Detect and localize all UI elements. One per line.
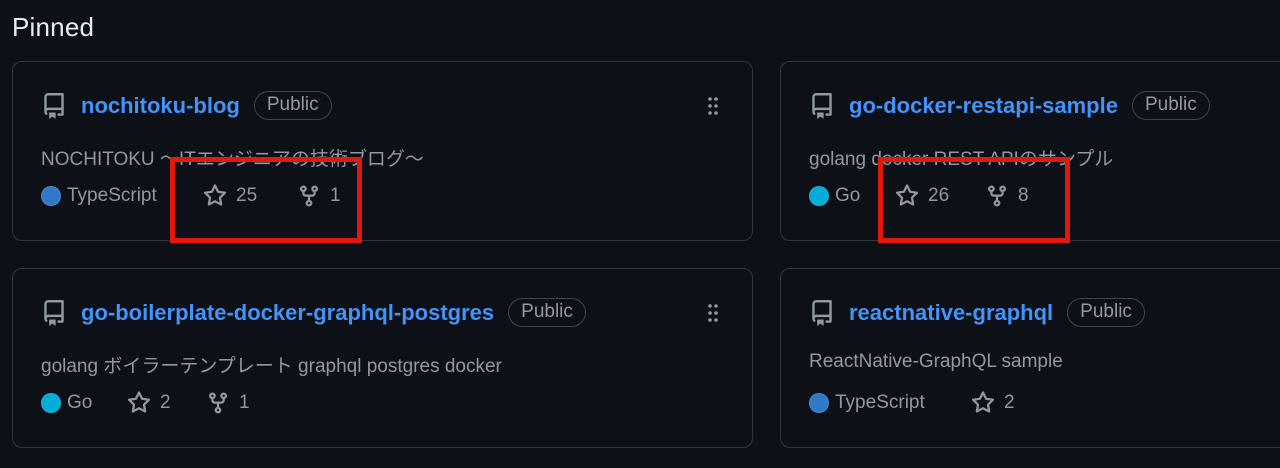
star-icon <box>895 184 919 206</box>
repo-name-link[interactable]: nochitoku-blog <box>81 93 240 119</box>
fork-count: 1 <box>330 185 341 206</box>
language-color-dot <box>809 393 829 413</box>
repo-header: go-docker-restapi-sample Public <box>809 91 1210 120</box>
repo-language: TypeScript <box>809 392 971 414</box>
visibility-badge: Public <box>1131 91 1210 120</box>
star-icon <box>127 391 151 413</box>
fork-count: 8 <box>1018 185 1029 206</box>
repo-header: go-boilerplate-docker-graphql-postgres P… <box>41 298 586 327</box>
stars-link[interactable]: 2 <box>971 391 1015 415</box>
repo-icon <box>809 92 835 119</box>
star-count: 2 <box>1004 392 1015 413</box>
language-name: TypeScript <box>835 392 925 413</box>
star-count: 2 <box>160 392 171 413</box>
repo-icon <box>809 299 835 326</box>
pinned-repo-card: go-boilerplate-docker-graphql-postgres P… <box>12 268 753 448</box>
fork-icon <box>300 185 318 207</box>
repo-name-link[interactable]: go-boilerplate-docker-graphql-postgres <box>81 300 494 326</box>
grabber-icon[interactable] <box>706 96 720 116</box>
grabber-icon[interactable] <box>706 303 720 323</box>
section-title: Pinned <box>12 12 95 42</box>
star-count: 25 <box>236 185 258 206</box>
pinned-repo-card: reactnative-graphql Public ReactNative-G… <box>780 268 1280 448</box>
pinned-repo-card: go-docker-restapi-sample Public golang d… <box>780 61 1280 241</box>
repo-meta: Go 26 8 <box>809 184 1029 208</box>
repo-name-link[interactable]: reactnative-graphql <box>849 300 1053 326</box>
repo-language: TypeScript <box>41 185 203 207</box>
visibility-badge: Public <box>1067 298 1145 327</box>
stars-link[interactable]: 26 <box>895 184 985 208</box>
visibility-badge: Public <box>253 91 332 120</box>
repo-language: Go <box>41 392 127 414</box>
language-color-dot <box>41 186 61 206</box>
fork-count: 1 <box>239 392 250 413</box>
stars-link[interactable]: 25 <box>203 184 297 208</box>
pinned-repositories-page: Pinned nochitoku-blog Public NOCHITOKU 〜… <box>0 0 1280 468</box>
repo-language: Go <box>809 185 895 207</box>
language-name: Go <box>835 185 861 206</box>
repo-name-link[interactable]: go-docker-restapi-sample <box>849 93 1118 119</box>
repo-description: ReactNative-GraphQL sample <box>809 351 1063 372</box>
repo-header: reactnative-graphql Public <box>809 298 1145 327</box>
repo-description: golang ボイラーテンプレート graphql postgres docke… <box>41 356 502 377</box>
star-count: 26 <box>928 185 950 206</box>
language-name: TypeScript <box>67 185 157 206</box>
star-icon <box>971 391 995 413</box>
language-name: Go <box>67 392 93 413</box>
forks-link[interactable]: 1 <box>206 391 250 415</box>
repo-meta: TypeScript 25 1 <box>41 184 341 208</box>
pinned-repo-card: nochitoku-blog Public NOCHITOKU 〜ITエンジニア… <box>12 61 753 241</box>
visibility-badge: Public <box>508 298 586 327</box>
repo-icon <box>41 92 67 119</box>
language-color-dot <box>41 393 61 413</box>
star-icon <box>203 184 227 206</box>
forks-link[interactable]: 1 <box>297 184 341 208</box>
stars-link[interactable]: 2 <box>127 391 206 415</box>
forks-link[interactable]: 8 <box>985 184 1029 208</box>
fork-icon <box>209 392 227 414</box>
repo-description: golang docker REST APIのサンプル <box>809 149 1114 170</box>
repo-meta: TypeScript 2 <box>809 391 1015 415</box>
fork-icon <box>988 185 1006 207</box>
repo-meta: Go 2 1 <box>41 391 250 415</box>
language-color-dot <box>809 186 829 206</box>
repo-description: NOCHITOKU 〜ITエンジニアの技術ブログ〜 <box>41 149 424 170</box>
repo-header: nochitoku-blog Public <box>41 91 332 120</box>
repo-icon <box>41 299 67 326</box>
